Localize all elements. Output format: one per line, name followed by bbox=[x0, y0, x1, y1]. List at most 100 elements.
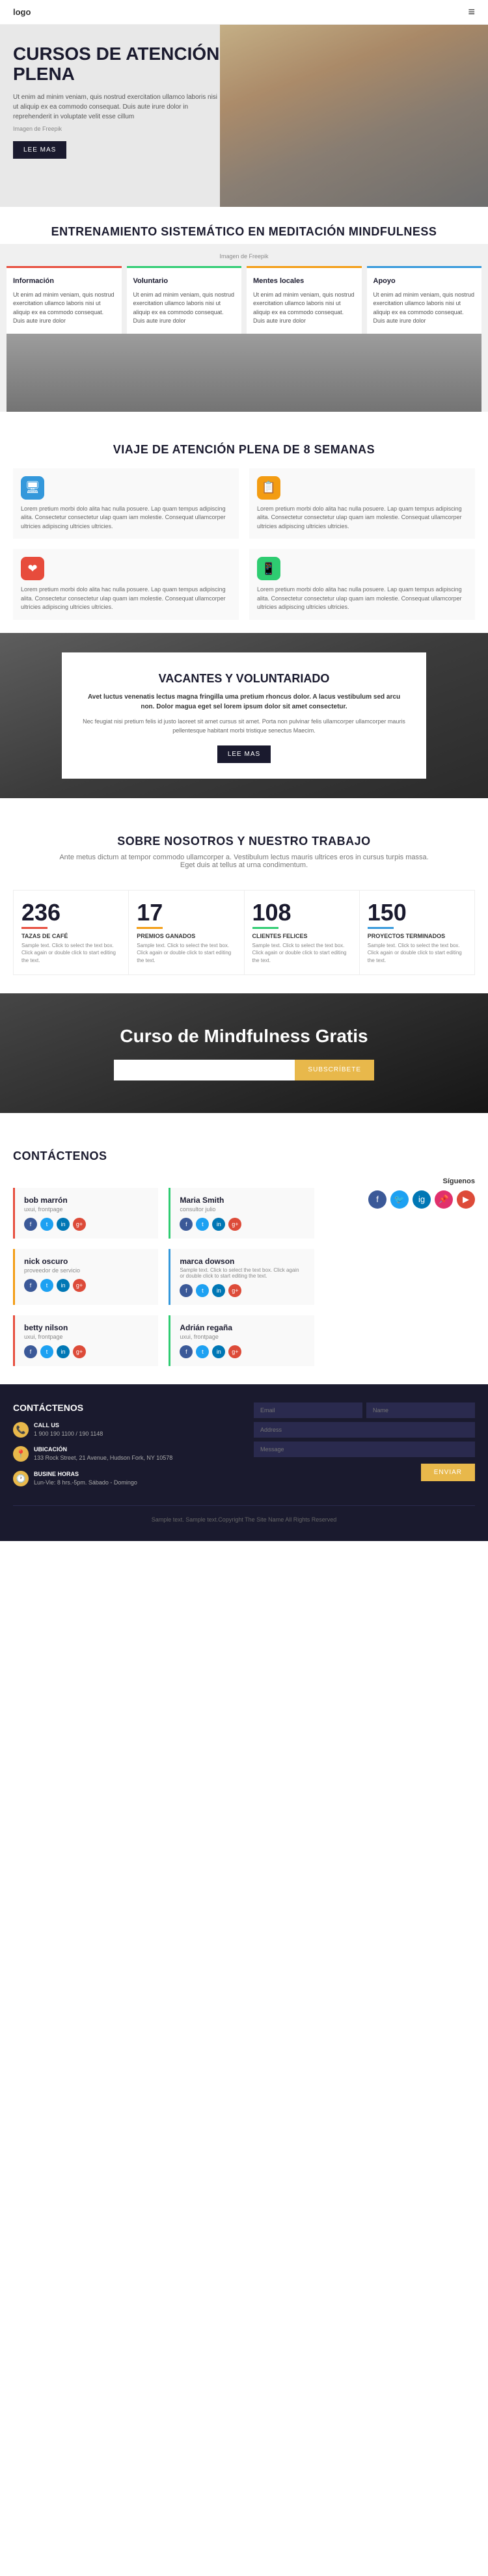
footer-submit-wrapper: ENVIAR bbox=[254, 1464, 475, 1481]
siganos-instagram[interactable]: ig bbox=[413, 1190, 431, 1209]
card-informacion-title: Información bbox=[13, 276, 115, 287]
stat-cafe: 236 TAZAS DE CAFÉ Sample text. Click to … bbox=[14, 891, 129, 974]
siganos-youtube[interactable]: ▶ bbox=[457, 1190, 475, 1209]
google-icon-4[interactable]: g+ bbox=[73, 1345, 86, 1358]
week-text-0: Lorem pretium morbi dolo alita hac nulla… bbox=[21, 505, 231, 531]
weeks-title: VIAJE DE ATENCIÓN PLENA DE 8 SEMANAS bbox=[13, 425, 475, 462]
twitter-icon-2[interactable]: t bbox=[40, 1279, 53, 1292]
card-mentes-title: Mentes locales bbox=[253, 276, 355, 287]
hero-cta-button[interactable]: LEE MAS bbox=[13, 141, 66, 159]
twitter-icon-5[interactable]: t bbox=[196, 1345, 209, 1358]
ubicacion-label: Ubicación bbox=[34, 1446, 172, 1453]
google-icon-2[interactable]: g+ bbox=[73, 1279, 86, 1292]
stat-clientes-number: 108 bbox=[252, 901, 351, 924]
google-icon-5[interactable]: g+ bbox=[228, 1345, 241, 1358]
vacantes-section: VACANTES Y VOLUNTARIADO Avet luctus vene… bbox=[0, 633, 488, 799]
week-icon-1: 📋 bbox=[257, 476, 280, 500]
footer-submit-button[interactable]: ENVIAR bbox=[421, 1464, 475, 1481]
card-mentes-text: Ut enim ad minim veniam, quis nostrud ex… bbox=[253, 291, 355, 326]
contact-name-3: marca dowson bbox=[180, 1257, 305, 1266]
footer-right: ENVIAR bbox=[254, 1402, 475, 1496]
social-icons-3: f t in g+ bbox=[180, 1284, 305, 1297]
contact-role-1: consultor julio bbox=[180, 1206, 305, 1213]
facebook-icon-3[interactable]: f bbox=[180, 1284, 193, 1297]
google-icon-0[interactable]: g+ bbox=[73, 1218, 86, 1231]
footer-horario: 🕐 Busine Horas Lun-Vie: 8 hrs.-5pm. Sába… bbox=[13, 1471, 234, 1488]
footer-ubicacion-content: Ubicación 133 Rock Street, 21 Avenue, Hu… bbox=[34, 1446, 172, 1463]
contact-name-0: bob marrón bbox=[24, 1196, 149, 1205]
contact-role-3: Sample text. Click to select the text bo… bbox=[180, 1267, 305, 1279]
logo: logo bbox=[13, 7, 31, 17]
weeks-grid: 🖥 Lorem pretium morbi dolo alita hac nul… bbox=[13, 468, 475, 620]
week-text-3: Lorem pretium morbi dolo alita hac nulla… bbox=[257, 585, 467, 612]
twitter-icon-1[interactable]: t bbox=[196, 1218, 209, 1231]
facebook-icon-1[interactable]: f bbox=[180, 1218, 193, 1231]
ubicacion-text: 133 Rock Street, 21 Avenue, Hudson Fork,… bbox=[34, 1454, 172, 1463]
twitter-icon-4[interactable]: t bbox=[40, 1345, 53, 1358]
social-icons-5: f t in g+ bbox=[180, 1345, 305, 1358]
facebook-icon-0[interactable]: f bbox=[24, 1218, 37, 1231]
google-icon-1[interactable]: g+ bbox=[228, 1218, 241, 1231]
vacantes-title: VACANTES Y VOLUNTARIADO bbox=[81, 672, 407, 686]
siganos-facebook[interactable]: f bbox=[368, 1190, 386, 1209]
hero-title: CURSOS DE ATENCIÓN PLENA bbox=[13, 44, 221, 85]
stat-premios-bar bbox=[137, 927, 163, 929]
linkedin-icon-3[interactable]: in bbox=[212, 1284, 225, 1297]
footer-bottom: Sample text. Sample text.Copyright The S… bbox=[13, 1505, 475, 1523]
hamburger-icon[interactable]: ≡ bbox=[468, 5, 475, 19]
stat-premios: 17 PREMIOS GANADOS Sample text. Click to… bbox=[129, 891, 244, 974]
training-cards-row: Información Ut enim ad minim veniam, qui… bbox=[7, 266, 481, 334]
footer-message-input[interactable] bbox=[254, 1442, 475, 1457]
stat-proyectos-bar bbox=[368, 927, 394, 929]
footer-callus-content: Call Us 1 900 190 1100 / 190 1148 bbox=[34, 1422, 103, 1439]
card-voluntario-title: Voluntario bbox=[133, 276, 236, 287]
siganos-pinterest[interactable]: 📌 bbox=[435, 1190, 453, 1209]
contact-card-0: bob marrón uxui, frontpage f t in g+ bbox=[13, 1188, 158, 1239]
footer-address-input[interactable] bbox=[254, 1422, 475, 1438]
training-bg-img-inner bbox=[7, 334, 481, 412]
linkedin-icon-5[interactable]: in bbox=[212, 1345, 225, 1358]
stat-premios-text: Sample text. Click to select the text bo… bbox=[137, 942, 236, 964]
top-bar: logo ≡ bbox=[0, 0, 488, 25]
twitter-icon-3[interactable]: t bbox=[196, 1284, 209, 1297]
contact-role-2: proveedor de servicio bbox=[24, 1267, 149, 1274]
footer-horario-content: Busine Horas Lun-Vie: 8 hrs.-5pm. Sábado… bbox=[34, 1471, 137, 1488]
facebook-icon-2[interactable]: f bbox=[24, 1279, 37, 1292]
week-text-1: Lorem pretium morbi dolo alita hac nulla… bbox=[257, 505, 467, 531]
footer-layout: CONTÁCTENOS 📞 Call Us 1 900 190 1100 / 1… bbox=[13, 1402, 475, 1496]
footer-email-input[interactable] bbox=[254, 1402, 362, 1418]
mindfulness-email-input[interactable] bbox=[114, 1060, 295, 1080]
siganos-twitter[interactable]: 🐦 bbox=[390, 1190, 409, 1209]
siganos: Síguenos f 🐦 ig 📌 ▶ bbox=[325, 1177, 475, 1209]
linkedin-icon-2[interactable]: in bbox=[57, 1279, 70, 1292]
linkedin-icon-4[interactable]: in bbox=[57, 1345, 70, 1358]
footer-name-input[interactable] bbox=[366, 1402, 475, 1418]
stat-clientes-bar bbox=[252, 927, 278, 929]
card-apoyo-text: Ut enim ad minim veniam, quis nostrud ex… bbox=[373, 291, 476, 326]
linkedin-icon-1[interactable]: in bbox=[212, 1218, 225, 1231]
google-icon-3[interactable]: g+ bbox=[228, 1284, 241, 1297]
mindfulness-subscribe-button[interactable]: SUBSCRÍBETE bbox=[295, 1060, 374, 1080]
week-item-2: ❤ Lorem pretium morbi dolo alita hac nul… bbox=[13, 549, 239, 620]
social-icons-1: f t in g+ bbox=[180, 1218, 305, 1231]
week-text-2: Lorem pretium morbi dolo alita hac nulla… bbox=[21, 585, 231, 612]
facebook-icon-4[interactable]: f bbox=[24, 1345, 37, 1358]
linkedin-icon-0[interactable]: in bbox=[57, 1218, 70, 1231]
stat-clientes: 108 CLIENTES FELICES Sample text. Click … bbox=[245, 891, 360, 974]
stat-clientes-label: CLIENTES FELICES bbox=[252, 933, 351, 939]
weeks-section: VIAJE DE ATENCIÓN PLENA DE 8 SEMANAS 🖥 L… bbox=[0, 412, 488, 633]
card-apoyo: Apoyo Ut enim ad minim veniam, quis nost… bbox=[367, 266, 482, 334]
mindfulness-section: Curso de Mindfulness Gratis SUBSCRÍBETE bbox=[0, 993, 488, 1113]
card-voluntario: Voluntario Ut enim ad minim veniam, quis… bbox=[127, 266, 242, 334]
contact-card-2: nick oscuro proveedor de servicio f t in… bbox=[13, 1249, 158, 1305]
training-caption: Imagen de Freepik bbox=[7, 250, 481, 266]
contact-name-1: Maria Smith bbox=[180, 1196, 305, 1205]
contact-role-0: uxui, frontpage bbox=[24, 1206, 149, 1213]
week-item-0: 🖥 Lorem pretium morbi dolo alita hac nul… bbox=[13, 468, 239, 539]
facebook-icon-5[interactable]: f bbox=[180, 1345, 193, 1358]
vacantes-btn[interactable]: LEE MAS bbox=[217, 745, 271, 763]
twitter-icon-0[interactable]: t bbox=[40, 1218, 53, 1231]
training-section: ENTRENAMIENTO SISTEMÁTICO EN MEDITACIÓN … bbox=[0, 207, 488, 412]
social-icons-2: f t in g+ bbox=[24, 1279, 149, 1292]
callus-text: 1 900 190 1100 / 190 1148 bbox=[34, 1430, 103, 1439]
